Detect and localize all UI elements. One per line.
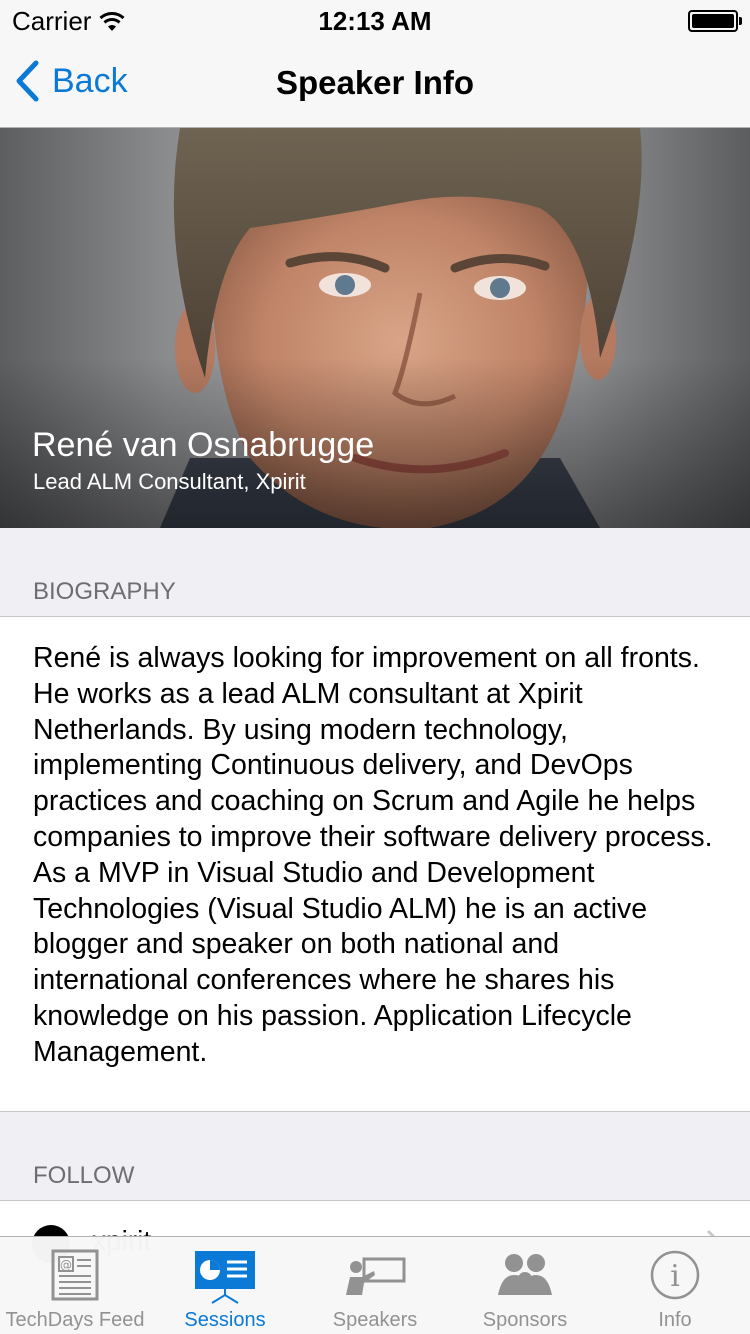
tab-label: Sponsors [482,1309,568,1331]
tab-sessions[interactable]: Sessions [150,1237,300,1334]
tab-sponsors[interactable]: Sponsors [450,1237,600,1334]
speaker-photo: René van Osnabrugge Lead ALM Consultant,… [0,128,750,528]
speaker-board-icon [346,1257,406,1295]
follow-header: FOLLOW [33,1162,135,1189]
tab-label: Sessions [184,1309,266,1331]
tab-speakers[interactable]: Speakers [300,1237,450,1334]
status-time: 12:13 AM [318,6,432,36]
tab-techdays-feed[interactable]: @ TechDays Feed [0,1237,150,1334]
speaker-role: Lead ALM Consultant, Xpirit [33,469,306,494]
tab-info[interactable]: i Info [600,1237,750,1334]
info-icon: i [650,1250,700,1300]
navigation-bar: Back Speaker Info [0,40,750,128]
biography-header: BIOGRAPHY [33,578,176,605]
page-title: Speaker Info [275,64,475,101]
tab-label: Speakers [332,1309,418,1331]
newspaper-icon: @ [51,1249,99,1301]
battery-icon [688,10,742,32]
biography-text: René is always looking for improvement o… [33,642,713,1068]
speaker-name: René van Osnabrugge [32,426,375,464]
presentation-icon [195,1251,255,1304]
tab-label: TechDays Feed [5,1309,145,1331]
status-bar: Carrier 12:13 AM [0,0,750,40]
svg-text:@: @ [60,1258,72,1272]
tab-label: Info [658,1309,692,1331]
svg-text:i: i [670,1259,680,1294]
people-group-icon [498,1254,552,1295]
tab-bar: @ TechDays Feed Sessions Speakers Sponso… [0,1236,750,1334]
biography-section: René is always looking for improvement o… [0,616,750,1112]
